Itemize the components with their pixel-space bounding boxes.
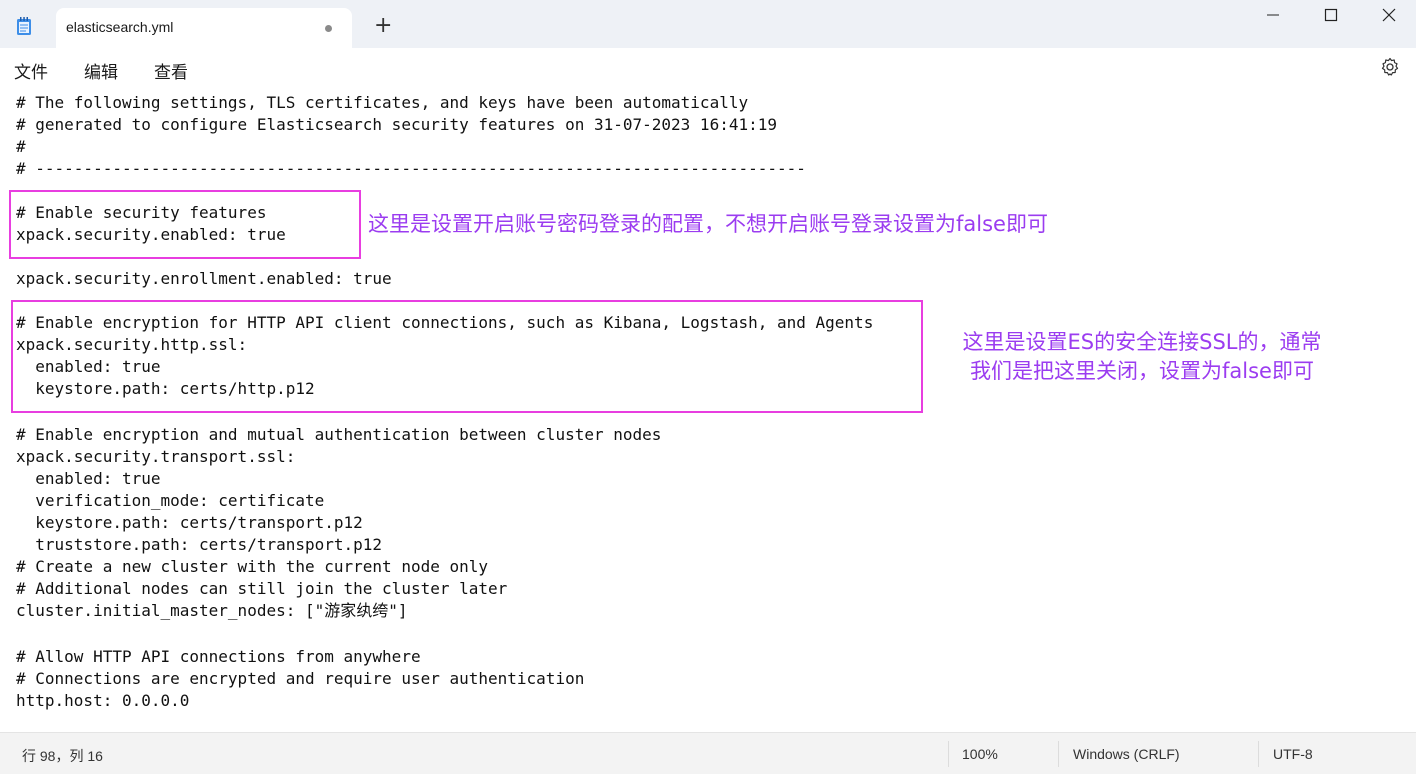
menu-view[interactable]: 查看 xyxy=(154,58,188,83)
code-line: # Allow HTTP API connections from anywhe… xyxy=(16,647,421,666)
ssl-highlight-box xyxy=(11,300,923,413)
notepad-app-icon xyxy=(17,17,31,35)
unsaved-dot-icon[interactable] xyxy=(325,25,332,32)
minimize-icon xyxy=(1267,14,1279,16)
code-line: # Create a new cluster with the current … xyxy=(16,557,489,576)
code-line: enabled: true xyxy=(16,469,161,488)
status-divider xyxy=(1058,741,1059,767)
minimize-button[interactable] xyxy=(1244,0,1302,30)
code-line: # xyxy=(16,137,26,156)
ssl-annotation-line2: 我们是把这里关闭，设置为false即可 xyxy=(970,359,1314,383)
code-line: # Connections are encrypted and require … xyxy=(16,669,585,688)
code-line: cluster.initial_master_nodes: ["游家纨绔"] xyxy=(16,601,408,620)
encoding[interactable]: UTF-8 xyxy=(1273,746,1313,762)
menu-file[interactable]: 文件 xyxy=(14,58,48,83)
status-divider xyxy=(948,741,949,767)
code-line: keystore.path: certs/transport.p12 xyxy=(16,513,363,532)
status-divider xyxy=(1258,741,1259,767)
code-line: # --------------------------------------… xyxy=(16,159,806,178)
close-button[interactable] xyxy=(1360,0,1416,30)
code-line: # Enable encryption and mutual authentic… xyxy=(16,425,662,444)
code-line: truststore.path: certs/transport.p12 xyxy=(16,535,383,554)
code-line: xpack.security.enrollment.enabled: true xyxy=(16,269,392,288)
ssl-annotation-line1: 这里是设置ES的安全连接SSL的，通常 xyxy=(962,330,1322,354)
text-editor[interactable]: # The following settings, TLS certificat… xyxy=(0,88,1416,732)
gear-icon[interactable] xyxy=(1380,57,1400,77)
security-highlight-box xyxy=(9,190,361,259)
tab-elasticsearch-yml[interactable]: elasticsearch.yml xyxy=(56,8,352,48)
maximize-icon xyxy=(1324,8,1338,22)
close-icon xyxy=(1382,8,1396,22)
cursor-position: 行 98，列 16 xyxy=(22,748,103,764)
code-line: # generated to configure Elasticsearch s… xyxy=(16,115,777,134)
security-annotation: 这里是设置开启账号密码登录的配置，不想开启账号登录设置为false即可 xyxy=(368,212,1048,236)
status-bar: 行 98，列 16 100% Windows (CRLF) UTF-8 xyxy=(0,732,1416,774)
maximize-button[interactable] xyxy=(1302,0,1360,30)
menu-bar: 文件 编辑 查看 xyxy=(0,48,1416,88)
code-line: http.host: 0.0.0.0 xyxy=(16,691,190,710)
title-bar: elasticsearch.yml + xyxy=(0,0,1416,48)
code-line: # The following settings, TLS certificat… xyxy=(16,93,749,112)
code-line: xpack.security.transport.ssl: xyxy=(16,447,296,466)
new-tab-button[interactable]: + xyxy=(374,15,392,37)
menu-edit[interactable]: 编辑 xyxy=(84,58,118,83)
zoom-level[interactable]: 100% xyxy=(962,746,998,762)
line-ending[interactable]: Windows (CRLF) xyxy=(1073,746,1180,762)
tab-title: elasticsearch.yml xyxy=(66,19,174,35)
code-line: # Additional nodes can still join the cl… xyxy=(16,579,508,598)
code-line: verification_mode: certificate xyxy=(16,491,325,510)
